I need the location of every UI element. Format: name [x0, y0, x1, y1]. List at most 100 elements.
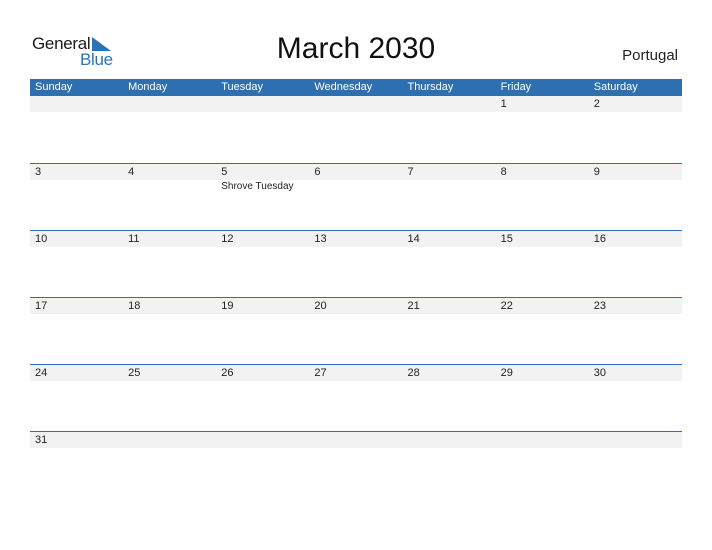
day-cell — [495, 432, 589, 498]
day-number — [309, 432, 403, 448]
week-days: 3 4 5 Shrove Tuesday 6 7 8 9 — [30, 164, 682, 230]
day-cell: 31 — [30, 432, 124, 498]
weekday-monday: Monday — [128, 81, 168, 93]
day-cell — [309, 96, 403, 162]
week-days: 12 — [30, 96, 682, 162]
week-row: 12 — [30, 96, 682, 163]
day-cell: 6 — [309, 164, 403, 230]
day-number: 10 — [30, 231, 124, 247]
day-number: 15 — [495, 231, 589, 247]
day-cell: 30 — [588, 365, 682, 431]
week-row: 10 11 12 13 14 15 16 — [30, 230, 682, 297]
day-number: 11 — [123, 231, 217, 247]
day-cell: 11 — [123, 231, 217, 297]
day-cell: 15 — [495, 231, 589, 297]
week-row: 24 25 26 27 28 29 30 — [30, 364, 682, 431]
week-row: 3 4 5 Shrove Tuesday 6 7 8 9 — [30, 163, 682, 230]
day-number: 16 — [588, 231, 682, 247]
day-cell: 2 — [588, 96, 682, 162]
day-cell: 13 — [309, 231, 403, 297]
day-number: 25 — [123, 365, 217, 381]
day-number: 12 — [216, 231, 310, 247]
weekday-sunday: Sunday — [35, 81, 73, 93]
day-number: 2 — [588, 96, 682, 112]
day-cell: 19 — [216, 298, 310, 364]
day-cell — [402, 432, 496, 498]
day-number — [495, 432, 589, 448]
day-cell: 8 — [495, 164, 589, 230]
weekday-tuesday: Tuesday — [221, 81, 264, 93]
day-cell — [216, 96, 310, 162]
day-number: 17 — [30, 298, 124, 314]
day-cell: 3 — [30, 164, 124, 230]
day-number: 1 — [495, 96, 589, 112]
day-cell: 5 Shrove Tuesday — [216, 164, 310, 230]
week-days: 10 11 12 13 14 15 16 — [30, 231, 682, 297]
day-number: 30 — [588, 365, 682, 381]
day-cell: 29 — [495, 365, 589, 431]
day-cell: 16 — [588, 231, 682, 297]
day-number — [123, 96, 217, 112]
day-cell: 18 — [123, 298, 217, 364]
day-number — [402, 432, 496, 448]
weekday-header: Sunday Monday Tuesday Wednesday Thursday… — [30, 79, 682, 96]
day-cell: 23 — [588, 298, 682, 364]
day-number: 8 — [495, 164, 589, 180]
day-cell: 20 — [309, 298, 403, 364]
weekday-saturday: Saturday — [593, 81, 638, 93]
day-number: 3 — [30, 164, 124, 180]
weeks-container: 1 2 3 4 5 Shrove Tuesday 6 7 8 9 10 11 12 13 14 15 16 17 1… — [30, 96, 682, 498]
day-number: 5 — [216, 164, 310, 180]
day-number: 14 — [402, 231, 496, 247]
day-number: 24 — [30, 365, 124, 381]
day-number: 29 — [495, 365, 589, 381]
weekday-thursday: Thursday — [407, 81, 454, 93]
day-number: 4 — [123, 164, 217, 180]
day-cell — [123, 432, 217, 498]
day-number: 19 — [216, 298, 310, 314]
day-number: 20 — [309, 298, 403, 314]
day-number: 27 — [309, 365, 403, 381]
day-cell — [216, 432, 310, 498]
weekday-wednesday: Wednesday — [314, 81, 373, 93]
day-cell — [123, 96, 217, 162]
week-days: 24 25 26 27 28 29 30 — [30, 365, 682, 431]
day-number: 22 — [495, 298, 589, 314]
day-cell — [309, 432, 403, 498]
calendar-title: March 2030 — [276, 32, 436, 65]
day-cell: 4 — [123, 164, 217, 230]
day-cell: 9 — [588, 164, 682, 230]
day-cell — [588, 432, 682, 498]
day-cell — [30, 96, 124, 162]
day-cell: 27 — [309, 365, 403, 431]
day-number — [402, 96, 496, 112]
day-cell: 10 — [30, 231, 124, 297]
day-number — [309, 96, 403, 112]
week-days: 17 18 19 20 21 22 23 — [30, 298, 682, 364]
day-cell: 24 — [30, 365, 124, 431]
day-number: 21 — [402, 298, 496, 314]
day-number — [123, 432, 217, 448]
day-cell: 21 — [402, 298, 496, 364]
day-number: 6 — [309, 164, 403, 180]
holiday-label: Shrove Tuesday — [221, 181, 294, 192]
week-row: 17 18 19 20 21 22 23 — [30, 297, 682, 364]
day-cell: 7 — [402, 164, 496, 230]
day-cell: 25 — [123, 365, 217, 431]
weekday-friday: Friday — [500, 81, 532, 93]
day-cell: 1 — [495, 96, 589, 162]
day-number: 31 — [30, 432, 124, 448]
day-number — [588, 432, 682, 448]
day-number: 13 — [309, 231, 403, 247]
week-row: 31 — [30, 431, 682, 498]
day-number: 26 — [216, 365, 310, 381]
day-cell: 26 — [216, 365, 310, 431]
calendar-grid: Sunday Monday Tuesday Wednesday Thursday… — [30, 79, 682, 498]
day-cell: 12 — [216, 231, 310, 297]
day-number: 28 — [402, 365, 496, 381]
week-days: 31 — [30, 432, 682, 498]
day-cell: 28 — [402, 365, 496, 431]
day-cell: 22 — [495, 298, 589, 364]
day-cell: 14 — [402, 231, 496, 297]
day-number: 23 — [588, 298, 682, 314]
